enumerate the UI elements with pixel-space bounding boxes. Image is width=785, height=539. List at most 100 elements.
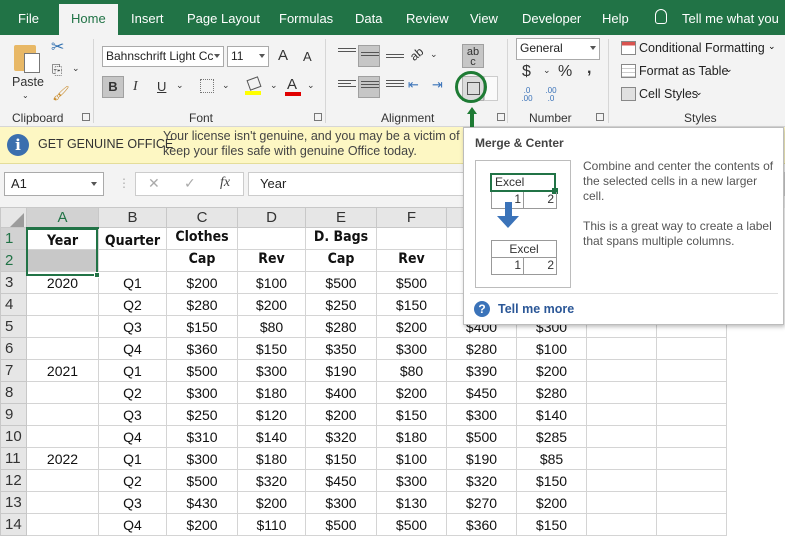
cell-a3[interactable]: 2020 — [26, 271, 99, 294]
row-header-10[interactable]: 10 — [0, 425, 27, 448]
row-header-5[interactable]: 5 — [0, 315, 27, 338]
cell-d9[interactable]: $120 — [237, 403, 306, 426]
cell-c3[interactable]: $200 — [166, 271, 238, 294]
cell-b10[interactable]: Q4 — [98, 425, 167, 448]
cell-c9[interactable]: $250 — [166, 403, 238, 426]
cell-d14[interactable]: $110 — [237, 513, 306, 536]
cell-a6[interactable] — [26, 337, 99, 360]
cell-c8[interactable]: $300 — [166, 381, 238, 404]
cell-a7[interactable]: 2021 — [26, 359, 99, 382]
fill-handle[interactable] — [94, 272, 100, 278]
cell-c12[interactable]: $500 — [166, 469, 238, 492]
cell-b9[interactable]: Q3 — [98, 403, 167, 426]
cell-a9[interactable] — [26, 403, 99, 426]
cell-f9[interactable]: $150 — [376, 403, 447, 426]
cell-d11[interactable]: $180 — [237, 447, 306, 470]
cell-a10[interactable] — [26, 425, 99, 448]
orientation-dropdown-icon[interactable]: ⌄ — [430, 49, 438, 60]
bottom-align-icon[interactable] — [386, 54, 404, 66]
cell-i7[interactable] — [586, 359, 657, 382]
cell-f7[interactable]: $80 — [376, 359, 447, 382]
cell-h7[interactable]: $200 — [516, 359, 587, 382]
cell-a12[interactable] — [26, 469, 99, 492]
cell-g6[interactable]: $280 — [446, 337, 517, 360]
column-header-d[interactable]: D — [237, 207, 306, 228]
cell-c2[interactable]: Cap — [166, 249, 238, 272]
cell-d2[interactable]: Rev — [237, 249, 306, 272]
cell-j13[interactable] — [656, 491, 727, 514]
tab-formulas[interactable]: Formulas — [279, 0, 333, 35]
cell-j7[interactable] — [656, 359, 727, 382]
cell-h13[interactable]: $200 — [516, 491, 587, 514]
cell-f8[interactable]: $200 — [376, 381, 447, 404]
select-all-corner[interactable] — [0, 207, 27, 228]
cell-a14[interactable] — [26, 513, 99, 536]
alignment-launcher-icon[interactable] — [497, 113, 505, 121]
cell-j14[interactable] — [656, 513, 727, 536]
cell-c6[interactable]: $360 — [166, 337, 238, 360]
cell-c10[interactable]: $310 — [166, 425, 238, 448]
cell-c14[interactable]: $200 — [166, 513, 238, 536]
cell-e9[interactable]: $200 — [305, 403, 377, 426]
cell-f10[interactable]: $180 — [376, 425, 447, 448]
cell-e13[interactable]: $300 — [305, 491, 377, 514]
tab-review[interactable]: Review — [406, 0, 449, 35]
row-header-12[interactable]: 12 — [0, 469, 27, 492]
cell-d13[interactable]: $200 — [237, 491, 306, 514]
cell-h9[interactable]: $140 — [516, 403, 587, 426]
orientation-icon[interactable]: ab — [407, 44, 426, 63]
top-align-icon[interactable] — [338, 48, 356, 60]
cell-i12[interactable] — [586, 469, 657, 492]
cell-b8[interactable]: Q2 — [98, 381, 167, 404]
conditional-formatting-button[interactable]: Conditional Formatting ⌄ — [619, 39, 779, 59]
cell-b2[interactable] — [98, 249, 167, 272]
cell-g9[interactable]: $300 — [446, 403, 517, 426]
cell-i6[interactable] — [586, 337, 657, 360]
percent-button[interactable]: % — [558, 63, 572, 81]
cell-f11[interactable]: $100 — [376, 447, 447, 470]
cell-h10[interactable]: $285 — [516, 425, 587, 448]
currency-button[interactable]: $ — [522, 63, 531, 81]
fill-color-dropdown-icon[interactable]: ⌄ — [270, 80, 278, 91]
cell-d5[interactable]: $80 — [237, 315, 306, 338]
cell-f6[interactable]: $300 — [376, 337, 447, 360]
cell-b14[interactable]: Q4 — [98, 513, 167, 536]
cell-e1[interactable]: D. Bags — [305, 227, 377, 250]
cell-g14[interactable]: $360 — [446, 513, 517, 536]
cell-f2[interactable]: Rev — [376, 249, 447, 272]
comma-button[interactable]: , — [587, 60, 591, 78]
cell-f3[interactable]: $500 — [376, 271, 447, 294]
align-left-icon[interactable] — [338, 80, 356, 92]
cell-j11[interactable] — [656, 447, 727, 470]
cell-c7[interactable]: $500 — [166, 359, 238, 382]
cell-e8[interactable]: $400 — [305, 381, 377, 404]
cell-j9[interactable] — [656, 403, 727, 426]
cell-i13[interactable] — [586, 491, 657, 514]
cell-g13[interactable]: $270 — [446, 491, 517, 514]
cell-b13[interactable]: Q3 — [98, 491, 167, 514]
cell-c1[interactable]: Clothes — [166, 227, 238, 250]
cell-e12[interactable]: $450 — [305, 469, 377, 492]
align-right-icon[interactable] — [386, 80, 404, 92]
cell-d1[interactable] — [237, 227, 306, 250]
cell-j12[interactable] — [656, 469, 727, 492]
insert-function-icon[interactable]: fx — [220, 175, 230, 191]
italic-button[interactable]: I — [133, 79, 138, 95]
help-icon[interactable]: ? — [474, 301, 490, 317]
cell-j6[interactable] — [656, 337, 727, 360]
cell-c13[interactable]: $430 — [166, 491, 238, 514]
cell-d3[interactable]: $100 — [237, 271, 306, 294]
cell-a4[interactable] — [26, 293, 99, 316]
cell-j8[interactable] — [656, 381, 727, 404]
cell-e2[interactable]: Cap — [305, 249, 377, 272]
drag-handle-icon[interactable]: ⋮ — [118, 176, 130, 190]
cell-f14[interactable]: $500 — [376, 513, 447, 536]
cell-b1[interactable]: Quarter — [98, 227, 167, 250]
font-name-combo[interactable]: Bahnschrift Light Cc — [102, 46, 224, 67]
cell-g7[interactable]: $390 — [446, 359, 517, 382]
cell-d12[interactable]: $320 — [237, 469, 306, 492]
format-as-table-button[interactable]: Format as Table ⌄ — [619, 62, 739, 82]
font-color-dropdown-icon[interactable]: ⌄ — [307, 80, 315, 91]
decrease-font-size-button[interactable]: A — [303, 49, 312, 64]
cell-e5[interactable]: $280 — [305, 315, 377, 338]
